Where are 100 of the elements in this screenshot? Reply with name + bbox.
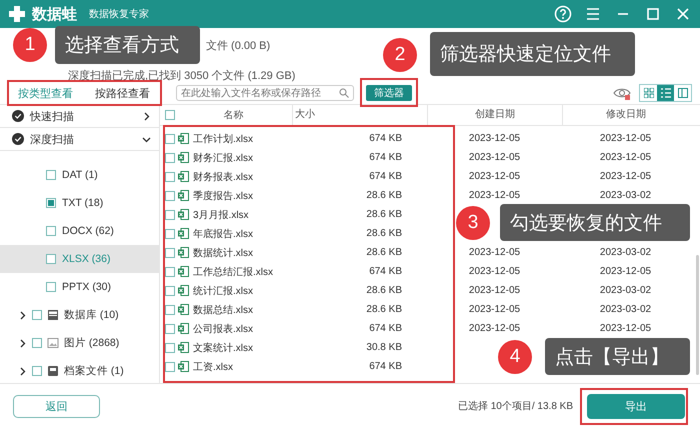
selection-summary: 已选择 10个项目/ 13.8 KB <box>458 400 573 413</box>
file-type-item[interactable]: DAT (1) <box>0 161 159 189</box>
view-mode-button[interactable] <box>657 85 674 101</box>
checkbox[interactable] <box>46 198 56 208</box>
checkbox[interactable] <box>165 228 175 238</box>
file-size: 674 KB <box>368 152 403 163</box>
cross-logo-icon <box>8 5 26 23</box>
category-label[interactable]: 数据库 (10) <box>64 308 119 322</box>
file-type-item[interactable]: DOCX (62) <box>0 217 159 245</box>
callout-label: 点击【导出】 <box>545 338 690 375</box>
file-name: 统计汇报.xlsx <box>193 284 253 298</box>
file-size: 28.6 KB <box>365 228 403 239</box>
file-size: 28.6 KB <box>365 209 403 220</box>
column-header[interactable]: 创建日期 <box>427 105 562 125</box>
app-logo-text: 数据蛙 <box>32 4 77 24</box>
modified-date: 2023-12-05 <box>598 171 652 182</box>
checkbox[interactable] <box>165 190 175 200</box>
chevron-icon[interactable] <box>18 366 27 376</box>
file-name: 工作总结汇报.xlsx <box>193 266 273 278</box>
scan-mode-label[interactable]: 深度扫描 <box>30 132 142 146</box>
spreadsheet-file-icon <box>178 152 189 163</box>
column-header[interactable]: 名称 <box>175 108 292 122</box>
checkbox[interactable] <box>46 170 56 180</box>
chevron-icon[interactable] <box>18 338 27 348</box>
file-type-label: DAT (1) <box>62 169 98 181</box>
column-header[interactable]: 修改日期 <box>562 105 689 125</box>
search-icon[interactable] <box>339 88 349 98</box>
spreadsheet-file-icon <box>178 285 189 296</box>
checkbox[interactable] <box>165 248 175 258</box>
filter-button[interactable]: 筛选器 <box>366 85 412 101</box>
file-size: 674 KB <box>368 171 403 182</box>
view-tab[interactable]: 按类型查看 <box>18 84 73 102</box>
checkbox[interactable] <box>165 266 175 276</box>
spreadsheet-file-icon <box>178 342 189 353</box>
checkbox[interactable] <box>32 310 42 320</box>
scan-mode-label[interactable]: 快速扫描 <box>30 108 142 124</box>
checkbox[interactable] <box>32 338 42 348</box>
column-header[interactable]: 大小 <box>292 105 427 125</box>
file-name: 文案统计.xlsx <box>193 342 253 354</box>
archive-icon <box>47 365 59 377</box>
file-name: 工资.xlsx <box>193 360 233 374</box>
created-date: 2023-12-05 <box>468 133 522 144</box>
modified-date: 2023-12-05 <box>598 133 652 144</box>
scrollbar[interactable] <box>696 255 699 375</box>
file-type-label: DOCX (62) <box>62 225 114 237</box>
checkbox[interactable] <box>46 226 56 236</box>
file-size: 674 KB <box>368 133 403 144</box>
file-name: 数据总结.xlsx <box>193 304 253 316</box>
help-icon[interactable] <box>554 5 572 23</box>
chevron-icon[interactable] <box>142 134 151 144</box>
checkbox[interactable] <box>165 210 175 220</box>
checkbox[interactable] <box>165 362 175 372</box>
back-button[interactable]: 返回 <box>13 394 100 418</box>
maximize-icon[interactable] <box>644 5 662 23</box>
detail-view-icon <box>678 88 688 98</box>
category-label[interactable]: 图片 (2868) <box>64 336 120 350</box>
checkbox[interactable] <box>165 342 175 352</box>
export-button[interactable]: 导出 <box>587 394 685 418</box>
file-size: 674 KB <box>368 323 403 334</box>
checkbox[interactable] <box>165 152 175 162</box>
eye-icon[interactable] <box>613 86 631 100</box>
modified-date: 2023-03-02 <box>598 190 652 201</box>
check-circle-icon <box>12 133 24 145</box>
checkbox[interactable] <box>165 134 175 144</box>
category-label[interactable]: 档案文件 (1) <box>64 364 124 378</box>
created-date: 2023-12-05 <box>468 171 522 182</box>
step-number-badge: 1 <box>13 28 47 62</box>
created-date: 2023-12-05 <box>468 247 522 258</box>
checkbox[interactable] <box>46 254 56 264</box>
step-number-badge: 4 <box>498 340 532 374</box>
database-icon <box>47 309 59 321</box>
file-name: 财务报表.xlsx <box>193 170 253 184</box>
checkbox[interactable] <box>165 172 175 182</box>
file-size: 28.6 KB <box>365 247 403 258</box>
file-type-label: PPTX (30) <box>62 281 112 293</box>
list-view-icon <box>660 88 670 98</box>
file-name: 工作计划.xlsx <box>193 132 253 146</box>
checkbox[interactable] <box>46 282 56 292</box>
file-size: 674 KB <box>368 266 403 277</box>
chevron-icon[interactable] <box>18 310 27 320</box>
created-date: 2023-12-05 <box>468 266 522 277</box>
spreadsheet-file-icon <box>178 323 189 334</box>
checkbox[interactable] <box>32 366 42 376</box>
checkbox[interactable] <box>165 304 175 314</box>
file-type-item[interactable]: TXT (18) <box>0 189 159 217</box>
modified-date: 2023-03-02 <box>598 285 652 296</box>
file-type-item[interactable]: PPTX (30) <box>0 273 159 301</box>
spreadsheet-file-icon <box>178 133 189 144</box>
file-name: 季度报告.xlsx <box>193 190 253 202</box>
chevron-icon[interactable] <box>142 112 151 120</box>
created-date: 2023-12-05 <box>468 323 522 334</box>
spreadsheet-file-icon <box>178 190 189 201</box>
checkbox[interactable] <box>165 286 175 296</box>
checkbox[interactable] <box>165 324 175 334</box>
modified-date: 2023-12-05 <box>598 152 652 163</box>
view-tab[interactable]: 按路径查看 <box>95 84 150 102</box>
select-all-checkbox[interactable] <box>165 110 175 120</box>
file-size: 28.6 KB <box>365 190 403 201</box>
menu-icon[interactable] <box>584 5 602 23</box>
file-name: 财务汇报.xlsx <box>193 152 253 164</box>
